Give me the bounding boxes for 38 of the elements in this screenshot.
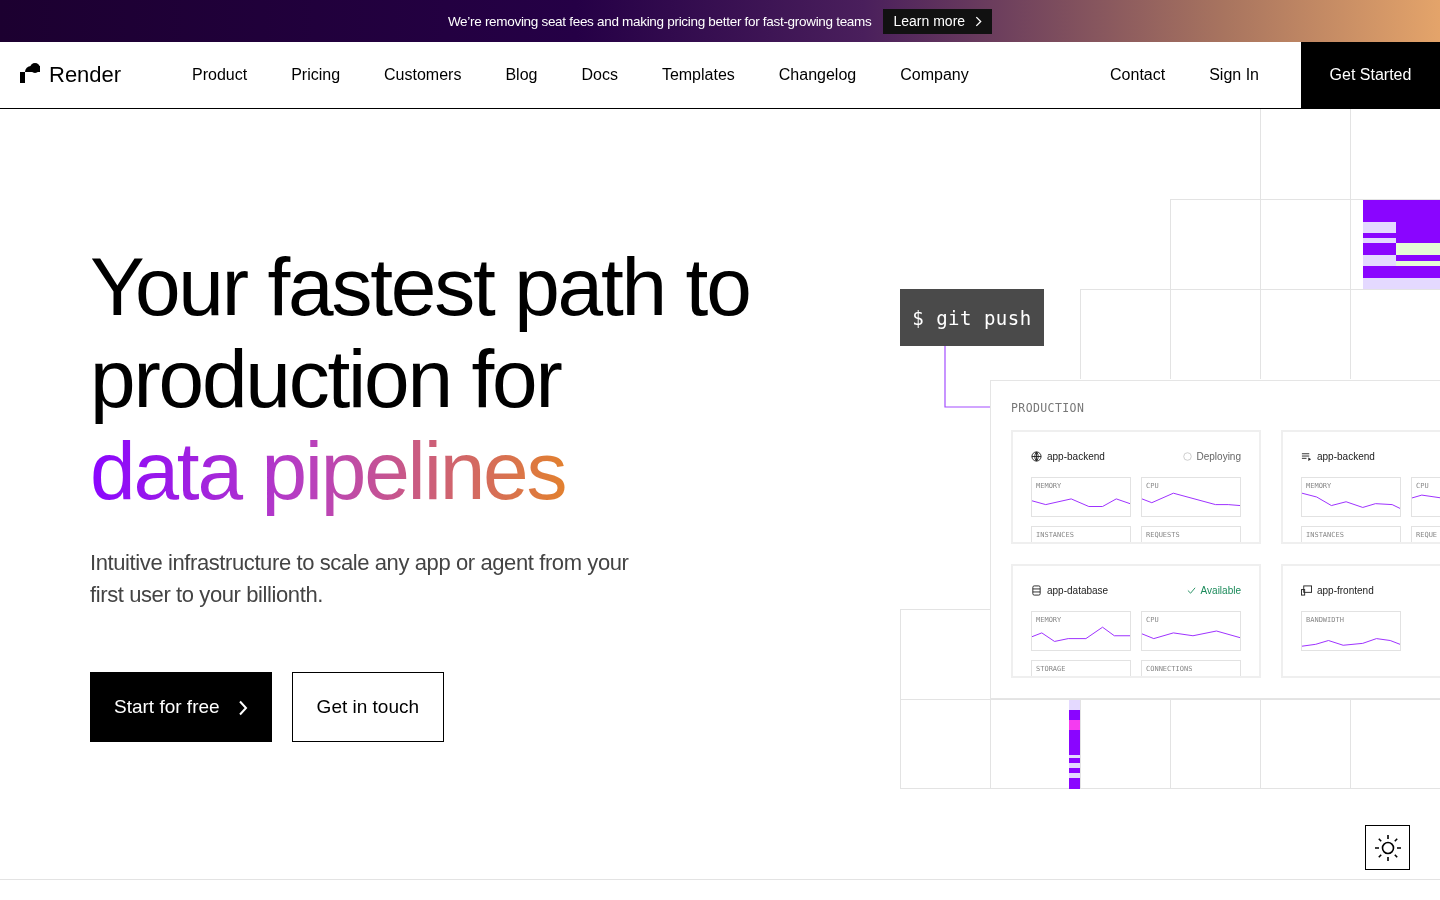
logo-icon (20, 63, 40, 83)
start-button[interactable]: Start for free (90, 672, 272, 742)
database-icon (1031, 584, 1042, 596)
monitor-icon (1301, 584, 1312, 596)
nav-link[interactable]: Pricing (291, 62, 341, 88)
connector-line (944, 346, 990, 408)
nav-link[interactable]: Templates (661, 62, 735, 88)
nav-link[interactable]: Company (900, 62, 969, 88)
service-name: app-frontend (1317, 584, 1374, 596)
get-started-button[interactable]: Get Started (1301, 42, 1440, 108)
brand-link[interactable]: Render (20, 62, 192, 88)
service-name: app-backend (1047, 450, 1105, 462)
announcement-text: We’re removing seat fees and making pricing better for fast-growing teams (447, 13, 872, 29)
nav-link[interactable]: Docs (581, 62, 618, 88)
chevron-right-icon (237, 699, 248, 716)
spinner-icon (1182, 451, 1192, 461)
hero-subtitle: Intuitive infrastructure to scale any app or agent from your first user to your billionth. (90, 549, 630, 609)
check-icon (1186, 585, 1196, 595)
contact-button[interactable]: Get in touch (291, 672, 445, 742)
service-name: app-database (1047, 584, 1109, 596)
learn-more-button[interactable]: Learn more (883, 8, 993, 34)
command-block: $ git push (900, 289, 1044, 346)
nav-link[interactable]: Changelog (778, 62, 857, 88)
chevron-right-icon (975, 15, 983, 27)
globe-icon (1031, 450, 1042, 462)
list-icon (1301, 450, 1312, 462)
hero-headline: Your fastest path to production for data pipelines (90, 241, 810, 523)
environment-label: PRODUCTION (1011, 401, 1086, 415)
nav-link[interactable]: Contact (1110, 62, 1166, 88)
status-label: Deploying (1182, 450, 1241, 462)
nav-link[interactable]: Blog (505, 62, 538, 88)
sun-icon (1372, 832, 1403, 863)
nav-link[interactable]: Sign In (1209, 62, 1259, 88)
nav-link[interactable]: Customers (384, 62, 462, 88)
status-label: Available (1186, 584, 1241, 596)
nav-link[interactable]: Product (192, 62, 248, 88)
service-name: app-backend (1317, 450, 1375, 462)
theme-toggle-button[interactable] (1365, 825, 1410, 870)
